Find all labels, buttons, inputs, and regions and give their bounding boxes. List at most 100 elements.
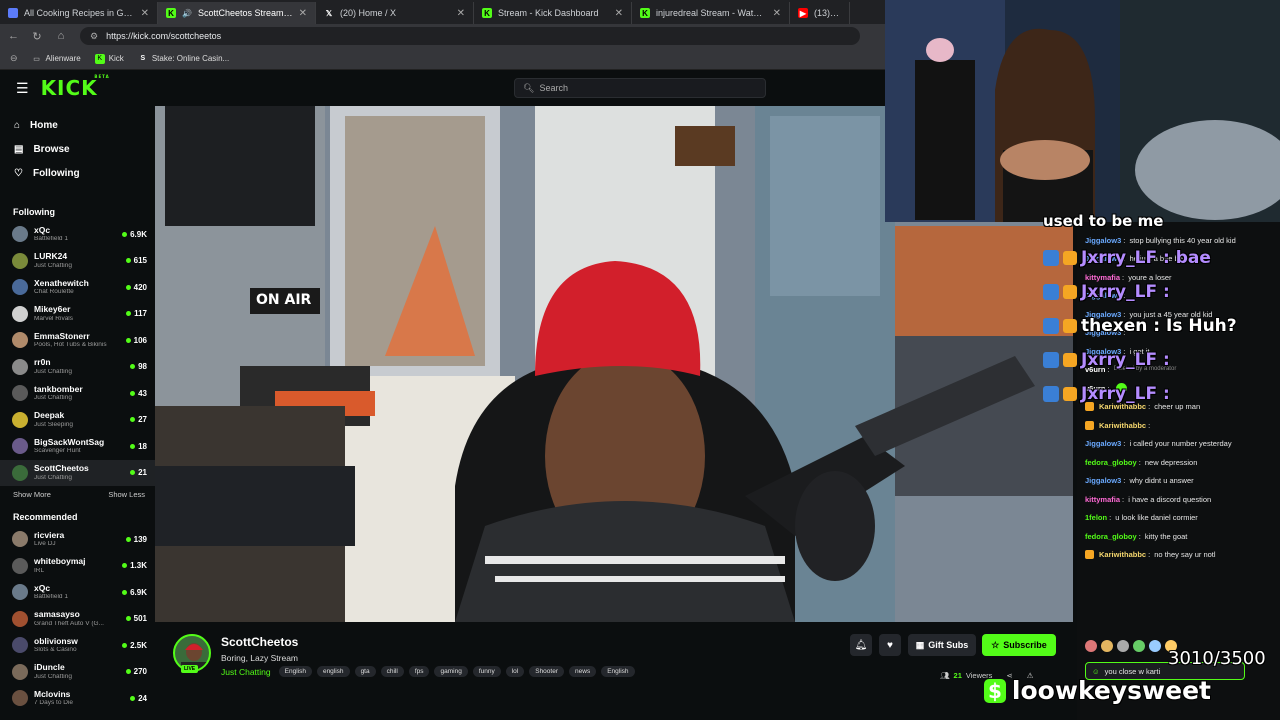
category-link[interactable]: Just Chatting (221, 667, 271, 677)
stream-tag[interactable]: English (278, 666, 312, 677)
stream-tag[interactable]: fps (408, 666, 430, 677)
chat-username[interactable]: kittymafia (1085, 495, 1120, 504)
bookmark-label: Kick (108, 54, 124, 63)
stream-tag[interactable]: gta (354, 666, 376, 677)
cash-icon: $ (984, 678, 1006, 703)
sidebar-channel[interactable]: whiteboymaj IRL 1.3K (0, 553, 155, 580)
sidebar-channel[interactable]: xQc Battlefield 1 6.9K (0, 221, 155, 248)
viewer-count: 1.3K (130, 561, 147, 571)
sidebar-channel[interactable]: iDuncle Just Chatting 270 (0, 659, 155, 686)
sidebar-channel[interactable]: EmmaStonerr Pools, Hot Tubs & Bikinis 106 (0, 327, 155, 354)
nav-home[interactable]: ⌂ Home (0, 113, 155, 137)
sidebar-channel[interactable]: ricviera Live DJ 139 (0, 526, 155, 553)
emote-icon[interactable] (1085, 640, 1097, 652)
reload-icon[interactable]: ↻ (32, 30, 42, 43)
viewer-count: 21 (138, 468, 147, 478)
chat-username[interactable]: kittymafia (1085, 273, 1120, 282)
emote-icon[interactable] (1149, 640, 1161, 652)
sidebar-channel[interactable]: LURK24 Just Chatting 615 (0, 248, 155, 275)
subscribe-button[interactable]: ☆ Subscribe (982, 634, 1056, 656)
chat-username[interactable]: Jiggalow3 (1085, 476, 1121, 485)
stream-tag[interactable]: Shooter (529, 666, 565, 677)
sidebar-channel[interactable]: samasayso Grand Theft Auto V (G... 501 (0, 606, 155, 633)
browser-tab[interactable]: K Stream - Kick Dashboard ✕ (474, 2, 632, 24)
nav-label: Home (30, 119, 58, 131)
channel-category: Scavenger Hunt (34, 448, 81, 455)
stream-tag[interactable]: funny (472, 666, 501, 677)
bookmark-stake[interactable]: S Stake: Online Casin... (138, 54, 229, 64)
bookmark-alienware[interactable]: ▭ Alienware (32, 54, 80, 64)
close-icon[interactable]: ✕ (773, 8, 781, 19)
live-dot-icon (125, 284, 131, 290)
stream-tag[interactable]: gaming (434, 666, 468, 677)
viewer-count: 270 (133, 667, 147, 677)
home-icon[interactable]: ⌂ (56, 30, 66, 42)
search-input[interactable]: 🔍︎ Search (514, 78, 766, 98)
emote-icon[interactable] (1101, 640, 1113, 652)
browser-tab[interactable]: ▶ (13) Micha (790, 2, 850, 24)
browser-tab[interactable]: All Cooking Recipes in Grow A Garden ✕ (0, 2, 158, 24)
browser-tab[interactable]: 𝕏 (20) Home / X ✕ (316, 2, 474, 24)
close-icon[interactable]: ✕ (615, 8, 623, 19)
sidebar-channel[interactable]: Xenathewitch Chat Roulette 420 (0, 274, 155, 301)
avatar (12, 332, 28, 349)
sidebar-channel[interactable]: oblivionsw Slots & Casino 2.5K (0, 632, 155, 659)
sidebar-channel[interactable]: tankbomber Just Chatting 43 (0, 380, 155, 407)
stream-tag[interactable]: chill (380, 666, 404, 677)
emote-icon[interactable] (1117, 640, 1129, 652)
sidebar-channel[interactable]: ScottCheetos Just Chatting 21 (0, 459, 155, 486)
sidebar-channel[interactable]: xQc Battlefield 1 6.9K (0, 579, 155, 606)
bookmark-kick[interactable]: K Kick (94, 53, 124, 64)
address-bar[interactable]: ⚙ https://kick.com/scottcheetos (80, 27, 860, 45)
streamer-name[interactable]: ScottCheetos (221, 635, 298, 649)
hamburger-menu-icon[interactable]: ☰ (16, 80, 29, 97)
logo-beta: BETA (94, 74, 110, 79)
gift-subs-button[interactable]: ▦ Gift Subs (908, 634, 976, 656)
stream-tag[interactable]: lol (505, 666, 525, 677)
show-less-button[interactable]: Show Less (108, 490, 145, 499)
sidebar-channel[interactable]: rr0n Just Chatting 98 (0, 354, 155, 381)
channel-category: Just Chatting (34, 395, 72, 402)
live-dot-icon (125, 669, 131, 675)
url-text[interactable]: https://kick.com/scottcheetos (106, 31, 221, 41)
chat-username[interactable]: Jiggalow3 (1085, 439, 1121, 448)
sidebar-channel[interactable]: Mclovins 7 Days to Die 24 (0, 685, 155, 712)
close-icon[interactable]: ✕ (299, 8, 307, 19)
show-more-button[interactable]: Show More (13, 490, 51, 499)
notification-button[interactable]: 🔔︎ (850, 634, 872, 656)
channel-viewers: 1.3K (122, 561, 147, 570)
emote-icon[interactable] (1133, 640, 1145, 652)
emote-picker-icon[interactable]: ☺ (1092, 667, 1100, 676)
chat-username[interactable]: Kariwithabbc (1099, 550, 1146, 559)
close-icon[interactable]: ✕ (457, 8, 465, 19)
chat-username[interactable]: fedora_globoy (1085, 458, 1137, 467)
sidebar-channel[interactable]: BigSackWontSag Scavenger Hunt 18 (0, 433, 155, 460)
browser-tab-active[interactable]: K 🔊 ScottCheetos Stream - Watch Live ✕ (158, 2, 316, 24)
browser-tab[interactable]: Kinjuredreal Stream - Watch Live o... ✕ (632, 2, 790, 24)
sidebar-channel[interactable]: Deepak Just Sleeping 27 (0, 407, 155, 434)
sidebar-channel[interactable]: Mikey6er Marvel Rivals 117 (0, 301, 155, 328)
nav-browse[interactable]: ▤ Browse (0, 137, 155, 161)
tab-label: injuredreal Stream - Watch Live o... (656, 8, 767, 18)
speaker-icon[interactable]: 🔊 (182, 8, 192, 18)
back-icon[interactable]: ← (8, 30, 19, 42)
chat-username[interactable]: Jiggalow3 (1085, 236, 1121, 245)
follow-button[interactable]: ♥ (879, 634, 901, 656)
nav-following[interactable]: ♡ Following (0, 161, 155, 185)
chat-username[interactable]: fedora_globoy (1085, 532, 1137, 541)
overlay-alert: Jxrry_LF : (1043, 350, 1170, 370)
stream-tag[interactable]: English (601, 666, 635, 677)
channel-viewers: 139 (125, 535, 147, 544)
kick-logo[interactable]: KICK BETA (41, 74, 109, 100)
bookmark-label: Stake: Online Casin... (151, 54, 230, 63)
stream-tag[interactable]: english (316, 666, 350, 677)
chat-username[interactable]: Kariwithabbc (1099, 421, 1146, 430)
chat-username[interactable]: 1felon (1085, 513, 1107, 522)
site-info-icon[interactable]: ⚙ (90, 31, 98, 42)
stream-tag[interactable]: news (569, 666, 597, 677)
channel-info: xQc Battlefield 1 (34, 584, 122, 601)
channel-name: iDuncle (34, 663, 65, 673)
webcam-overlay (885, 0, 1280, 222)
tab-search-icon[interactable]: ⊖ (10, 53, 18, 64)
close-icon[interactable]: ✕ (141, 8, 149, 19)
